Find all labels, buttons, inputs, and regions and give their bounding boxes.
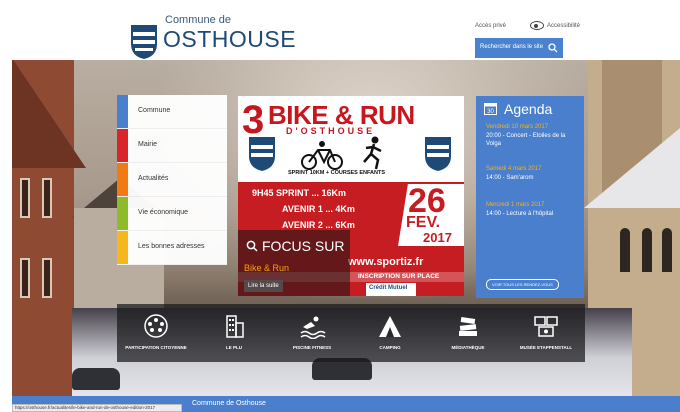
quick-link-camping[interactable]: CAMPING [351,304,429,362]
agenda-event-desc[interactable]: 14:00 - Sam'arom [486,174,578,182]
search-icon[interactable] [548,43,558,53]
quick-link-plu[interactable]: LE PLU [195,304,273,362]
browser-status-url: https://osthouse.fr/actualites/le-bike-a… [12,404,182,412]
poster-row: 9H45 SPRINT ... 16Km [252,188,347,198]
poster-website: www.sportiz.fr [348,256,424,268]
read-more-button[interactable]: Lire la suite [244,280,283,292]
nav-color-bar [117,163,128,196]
agenda-title: Agenda [504,101,553,117]
private-access-link[interactable]: Accès privé [475,23,506,29]
agenda-event-desc[interactable]: 14:00 - Lecture à l'hôpital [486,210,578,218]
poster-subtitle: D'OSTHOUSE [286,126,376,136]
nav-color-bar [117,197,128,230]
shield-icon [425,137,451,171]
quick-access-bar: PARTICIPATION CITOYENNE LE PLU PISCINE F… [117,304,585,362]
books-icon [459,317,477,336]
agenda-event-date[interactable]: Mercredi 1 mars 2017 [486,202,544,208]
quick-link-mediatheque[interactable]: MÉDIATHÈQUE [429,304,507,362]
poster-inscription: INSCRIPTION SUR PLACE [358,273,440,280]
nav-color-bar [117,95,128,128]
museum-icon [534,316,558,337]
nav-item-actualites[interactable]: Actualités [117,163,227,197]
poster-row: AVENIR 2 ... 6Km [282,220,355,230]
search-placeholder: Rechercher dans le site [480,44,544,50]
shield-icon [249,137,275,171]
quick-link-label: MUSÉE ETAPPENSTALL [519,345,573,350]
nav-item-vie-economique[interactable]: Vie économique [117,197,227,231]
quick-link-piscine[interactable]: PISCINE FITNESS [273,304,351,362]
bike-icon [301,141,343,170]
accessibility-link[interactable]: Accessibilité [547,23,580,29]
nav-color-bar [117,231,128,264]
focus-subtitle[interactable]: Bike & Run [244,263,289,273]
quick-link-label: LE PLU [225,345,242,350]
swimmer-icon [300,316,326,339]
agenda-event-date[interactable]: Vendredi 10 mars 2017 [486,124,548,130]
nav-item-label: Les bonnes adresses [138,243,205,250]
nav-color-bar [117,129,128,162]
logo-small-text[interactable]: Commune de [165,14,231,26]
buildings-icon [226,315,244,338]
quick-link-musee[interactable]: MUSÉE ETAPPENSTALL [507,304,585,362]
runner-icon [363,136,382,170]
quick-link-label: CAMPING [379,345,401,350]
nav-item-mairie[interactable]: Mairie [117,129,227,163]
people-circle-icon [144,314,168,338]
quick-link-label: PARTICIPATION CITOYENNE [125,345,187,350]
poster-sprint-line: SPRINT 10KM + COURSES ENFANTS [288,170,386,176]
logo-title[interactable]: OSTHOUSE [163,26,296,53]
search-icon [246,240,258,252]
quick-link-participation[interactable]: PARTICIPATION CITOYENNE [117,304,195,362]
agenda-event-desc[interactable]: 20:00 - Concert - Etoiles de la Volga [486,132,578,148]
all-events-button[interactable]: VOIR TOUS LES RENDEZ-VOUS [486,279,559,290]
nav-item-label: Vie économique [138,209,189,216]
site-header: Commune de OSTHOUSE Accès privé Accessib… [12,8,680,60]
agenda-event-date[interactable]: Samedi 4 mars 2017 [486,166,541,172]
nav-item-label: Commune [138,107,171,114]
coat-of-arms-icon[interactable] [130,24,158,60]
search-input[interactable]: Rechercher dans le site [475,38,563,58]
nav-item-bonnes-adresses[interactable]: Les bonnes adresses [117,231,227,265]
status-url-text: https://osthouse.fr/actualites/le-bike-a… [15,405,156,410]
nav-item-label: Actualités [138,175,169,182]
focus-title: FOCUS SUR [262,238,345,254]
nav-item-commune[interactable]: Commune [117,95,227,129]
eye-icon[interactable] [530,21,544,30]
nav-item-label: Mairie [138,141,158,148]
focus-panel[interactable]: FOCUS SUR Bike & Run Lire la suite [238,230,350,296]
quick-link-label: PISCINE FITNESS [292,345,332,350]
quick-link-label: MÉDIATHÈQUE [451,345,485,350]
main-nav: Commune Mairie Actualités Vie économique… [117,95,227,265]
poster-row: AVENIR 1 ... 4Km [282,204,355,214]
sponsor-name: Crédit Mutuel [369,285,408,291]
footer-text: Commune de Osthouse [192,400,266,407]
tent-icon [379,316,401,337]
calendar-icon: 30 [484,103,497,115]
poster-year: 2017 [423,230,452,245]
svg-text:30: 30 [487,109,494,115]
page: Commune de OSTHOUSE Accès privé Accessib… [0,0,680,412]
agenda-panel: 30 Agenda Vendredi 10 mars 2017 20:00 - … [476,96,584,298]
